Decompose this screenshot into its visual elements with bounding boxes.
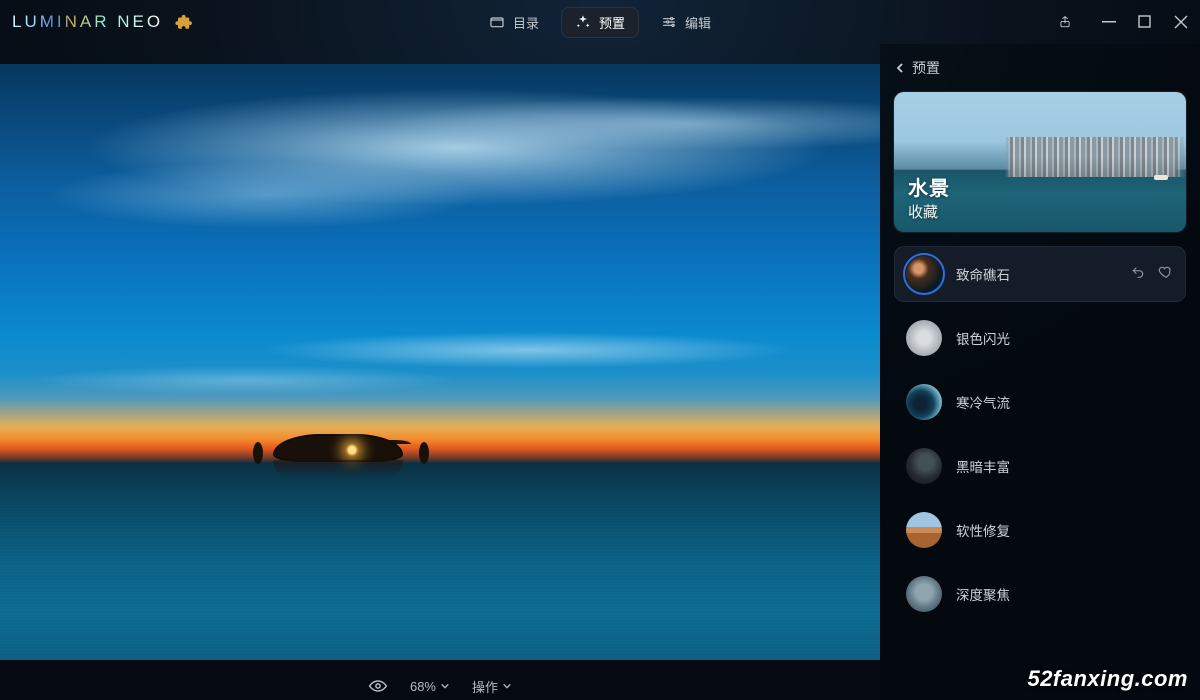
panel-back[interactable]: 预置 (894, 58, 1186, 78)
image-content (348, 446, 356, 454)
panel-title: 预置 (912, 58, 940, 78)
presets-panel: 预置 水景 收藏 致命礁石 (880, 44, 1200, 700)
preset-label: 银色闪光 (956, 328, 1010, 348)
preset-thumbnail (906, 256, 942, 292)
preset-label: 软性修复 (956, 520, 1010, 540)
undo-icon[interactable] (1130, 264, 1146, 285)
preset-list: 致命礁石 银色闪光 寒冷气流 黑暗丰富 (894, 246, 1186, 622)
image-content (1154, 175, 1168, 180)
title-bar: LUMINAR NEO 目录 预置 编辑 (0, 0, 1200, 44)
preset-item[interactable]: 软性修复 (894, 502, 1186, 558)
app-name: LUMINAR NEO (12, 12, 163, 32)
canvas-toolbar: 68% 操作 (368, 676, 512, 696)
app-logo: LUMINAR NEO (12, 12, 193, 32)
preset-thumbnail (906, 384, 942, 420)
maximize-button[interactable] (1138, 15, 1152, 29)
nav-presets-label: 预置 (599, 13, 625, 32)
operations-label: 操作 (472, 677, 498, 696)
chevron-down-icon (440, 681, 450, 691)
operations-dropdown[interactable]: 操作 (472, 677, 512, 696)
image-content (0, 457, 880, 660)
preset-item[interactable]: 致命礁石 (894, 246, 1186, 302)
compare-toggle[interactable] (368, 676, 388, 696)
preset-label: 致命礁石 (956, 264, 1010, 284)
close-button[interactable] (1174, 15, 1188, 29)
nav-catalog[interactable]: 目录 (475, 7, 553, 38)
preset-thumbnail (906, 512, 942, 548)
nav-edit[interactable]: 编辑 (647, 7, 725, 38)
chevron-down-icon (502, 681, 512, 691)
preset-item[interactable]: 深度聚焦 (894, 566, 1186, 622)
hero-title: 水景 (908, 172, 950, 201)
preset-label: 寒冷气流 (956, 392, 1010, 412)
main-nav: 目录 预置 编辑 (475, 7, 725, 38)
hero-subtitle: 收藏 (908, 201, 950, 222)
preset-label: 深度聚焦 (956, 584, 1010, 604)
preset-collection-hero[interactable]: 水景 收藏 (894, 92, 1186, 232)
nav-presets[interactable]: 预置 (561, 7, 639, 38)
nav-edit-label: 编辑 (685, 13, 711, 32)
preset-thumbnail (906, 448, 942, 484)
extensions-icon[interactable] (175, 13, 193, 31)
preset-thumbnail (906, 576, 942, 612)
chevron-left-icon (894, 62, 906, 74)
hero-caption: 水景 收藏 (908, 172, 950, 222)
zoom-dropdown[interactable]: 68% (410, 679, 450, 694)
favorite-icon[interactable] (1158, 264, 1174, 285)
preset-item[interactable]: 黑暗丰富 (894, 438, 1186, 494)
preview-image[interactable] (0, 64, 880, 660)
preset-label: 黑暗丰富 (956, 456, 1010, 476)
folder-icon (489, 14, 505, 30)
sliders-icon (661, 14, 677, 30)
share-button[interactable] (1058, 15, 1072, 29)
sparkle-icon (575, 14, 591, 30)
preset-item[interactable]: 银色闪光 (894, 310, 1186, 366)
preset-thumbnail (906, 320, 942, 356)
zoom-value: 68% (410, 679, 436, 694)
canvas-area: 68% 操作 (0, 44, 880, 700)
window-controls (1058, 15, 1188, 29)
nav-catalog-label: 目录 (513, 13, 539, 32)
preset-item[interactable]: 寒冷气流 (894, 374, 1186, 430)
minimize-button[interactable] (1102, 15, 1116, 29)
